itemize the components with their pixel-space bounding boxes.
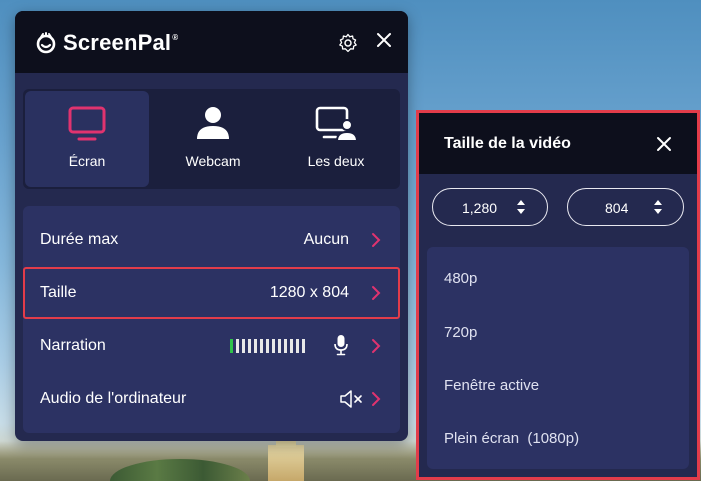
- capture-mode-selector: Écran Webcam Les deux: [23, 89, 400, 189]
- settings-list: Durée max Aucun Taille 1280 x 804 Narrat…: [23, 206, 400, 433]
- chevron-right-icon: [372, 392, 381, 406]
- duration-label: Durée max: [40, 231, 119, 248]
- mode-screen[interactable]: Écran: [25, 91, 149, 187]
- height-value: 804: [605, 200, 629, 216]
- video-size-panel: Taille de la vidéo 1,280 804 480p 720p F…: [416, 110, 700, 480]
- chevron-right-icon: [372, 339, 381, 353]
- video-size-title: Taille de la vidéo: [444, 135, 571, 152]
- duration-value: Aucun: [303, 231, 349, 248]
- size-row[interactable]: Taille 1280 x 804: [23, 267, 400, 319]
- option-active-window[interactable]: Fenêtre active: [444, 377, 539, 394]
- stepper-arrows-icon[interactable]: [653, 199, 663, 215]
- recorder-panel: Screen Pal ® Écran Webcam Les deux Durée…: [15, 11, 408, 441]
- chevron-right-icon: [372, 233, 381, 247]
- gear-icon[interactable]: [338, 33, 358, 53]
- monitor-icon: [68, 106, 106, 141]
- mode-both[interactable]: Les deux: [274, 91, 398, 187]
- narration-label: Narration: [40, 337, 106, 354]
- logo-registered-mark: ®: [172, 32, 179, 42]
- screenpal-logo: Screen Pal ®: [35, 30, 178, 56]
- stepper-arrows-icon[interactable]: [516, 199, 526, 215]
- computer-audio-label: Audio de l'ordinateur: [40, 390, 187, 407]
- narration-row[interactable]: Narration: [23, 320, 400, 372]
- logo-pal-text: Pal: [137, 30, 172, 55]
- resolution-options: 480p 720p Fenêtre active Plein écran (10…: [427, 247, 689, 469]
- speaker-muted-icon[interactable]: [339, 389, 369, 409]
- option-fullscreen[interactable]: Plein écran (1080p): [444, 430, 579, 447]
- width-stepper[interactable]: 1,280: [432, 188, 548, 226]
- size-value: 1280 x 804: [269, 284, 349, 301]
- microphone-icon[interactable]: [334, 334, 348, 356]
- video-size-header: Taille de la vidéo: [419, 113, 697, 174]
- computer-audio-row[interactable]: Audio de l'ordinateur: [23, 373, 400, 425]
- duration-row[interactable]: Durée max Aucun: [23, 214, 400, 266]
- mode-both-label: Les deux: [307, 153, 365, 169]
- mode-webcam-label: Webcam: [185, 153, 241, 169]
- size-label: Taille: [40, 284, 77, 301]
- height-stepper[interactable]: 804: [567, 188, 684, 226]
- mode-screen-label: Écran: [68, 153, 106, 169]
- chevron-right-icon: [372, 286, 381, 300]
- close-icon[interactable]: [656, 136, 672, 152]
- recorder-header: Screen Pal ®: [15, 11, 408, 73]
- background-tower: [268, 435, 304, 481]
- width-value: 1,280: [462, 200, 498, 216]
- logo-screen-text: Screen: [63, 30, 138, 55]
- narration-level-meter: [230, 339, 305, 353]
- monitor-person-icon: [315, 106, 358, 142]
- screenpal-logo-icon: [36, 32, 56, 54]
- person-icon: [197, 107, 229, 139]
- mode-webcam[interactable]: Webcam: [151, 91, 275, 187]
- close-icon[interactable]: [375, 31, 393, 49]
- option-480p[interactable]: 480p: [444, 270, 477, 287]
- option-720p[interactable]: 720p: [444, 324, 477, 341]
